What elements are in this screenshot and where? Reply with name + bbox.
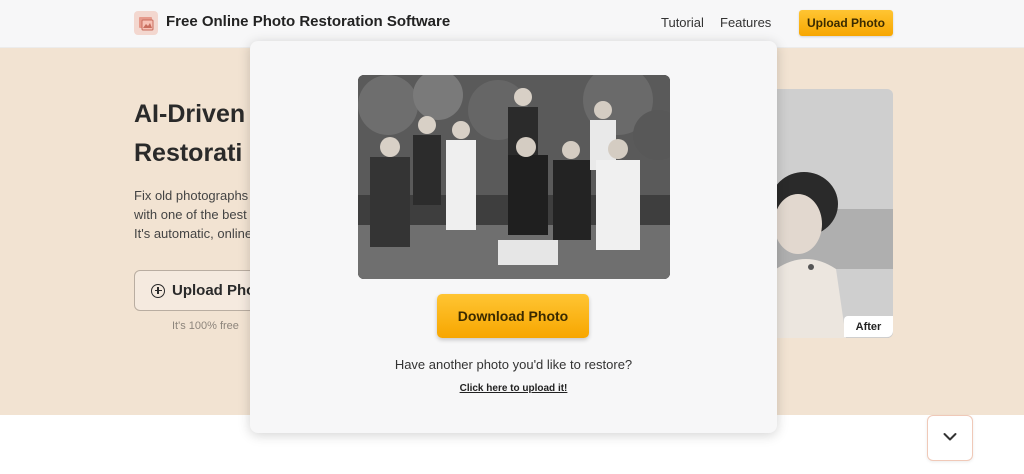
after-badge: After (844, 316, 893, 337)
hero-description-line: with one of the best (134, 207, 247, 222)
photo-logo-icon[interactable] (134, 11, 158, 35)
hero-title: AI-Driven Restorati (134, 95, 264, 173)
restored-photo (358, 75, 670, 279)
hero-upload-button[interactable]: Upload Phot (134, 270, 262, 311)
hero-title-line: AI-Driven (134, 100, 246, 128)
download-photo-button[interactable]: Download Photo (437, 294, 589, 338)
upload-another-link[interactable]: Click here to upload it! (250, 383, 777, 394)
after-image (776, 89, 893, 338)
free-note: It's 100% free (172, 320, 239, 332)
nav-tutorial[interactable]: Tutorial (661, 15, 704, 30)
hero-description-line: Fix old photographs (134, 188, 249, 203)
site-brand[interactable]: Free Online Photo Restoration Software (166, 13, 450, 30)
hero-description-line: It's automatic, online (134, 226, 253, 241)
hero-title-line: Restorati (134, 139, 243, 167)
another-photo-prompt: Have another photo you'd like to restore… (394, 357, 633, 372)
nav-features[interactable]: Features (720, 15, 771, 30)
plus-circle-icon (151, 283, 165, 298)
scroll-down-button[interactable] (927, 415, 973, 461)
header-upload-button[interactable]: Upload Photo (799, 10, 893, 36)
restore-result-modal: Download Photo Have another photo you'd … (250, 41, 777, 433)
chevron-down-icon (943, 429, 957, 447)
hero-description: Fix old photographs with one of the best… (134, 186, 264, 243)
hero-upload-label: Upload Phot (172, 282, 261, 299)
